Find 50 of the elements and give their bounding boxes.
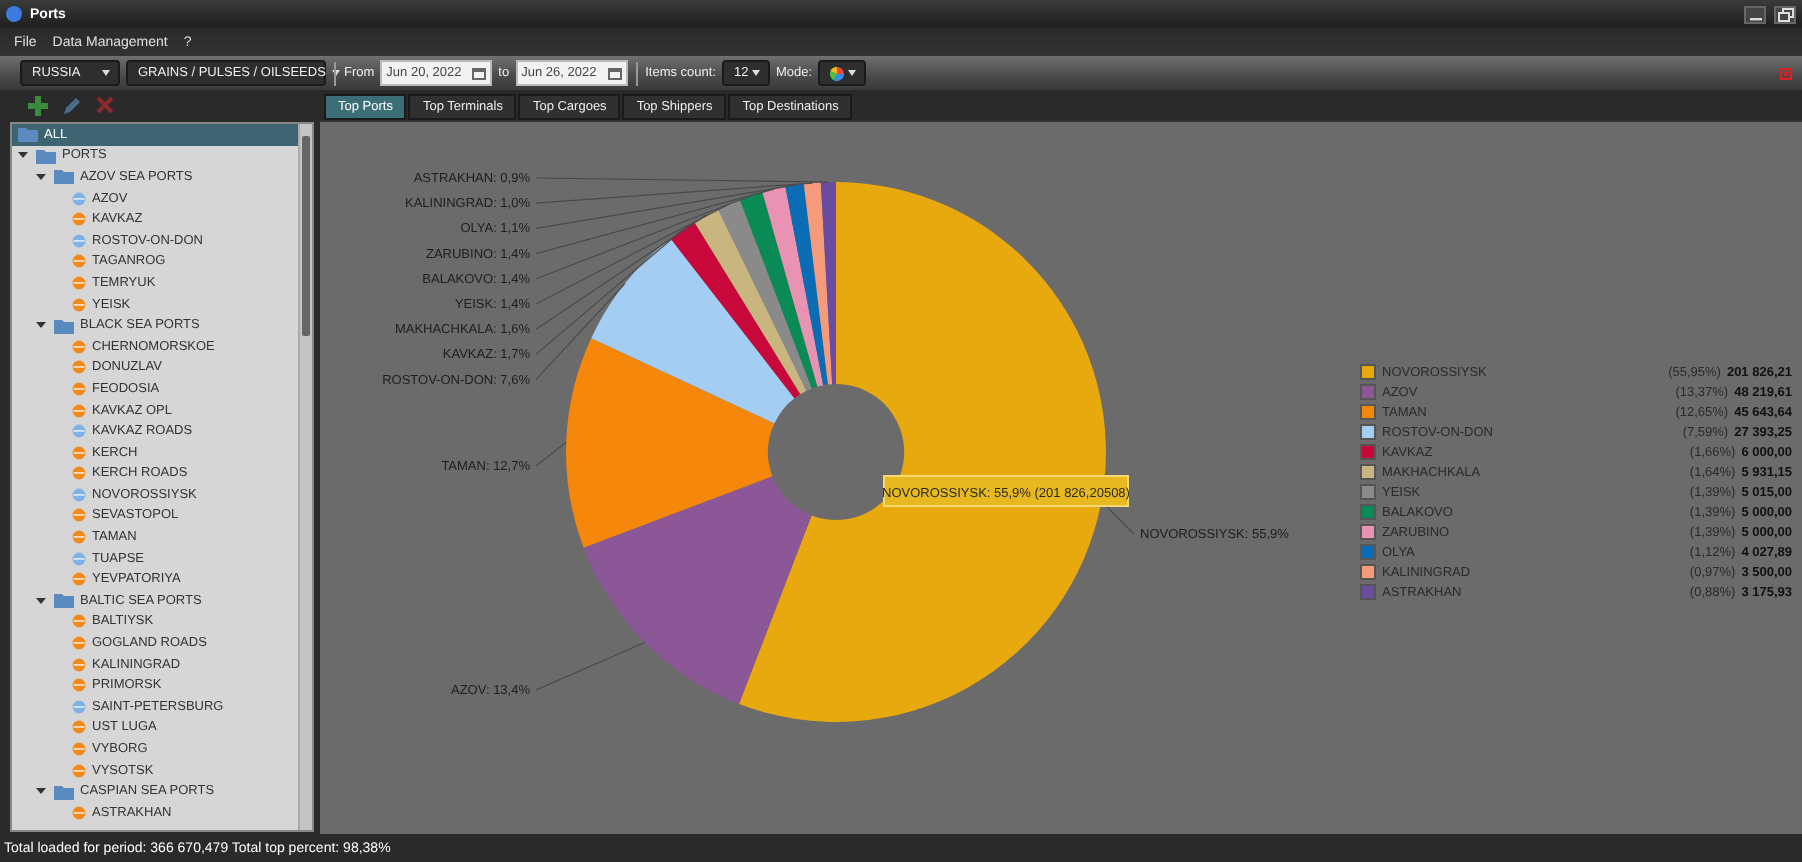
calendar-icon[interactable]: [472, 67, 487, 79]
expand-arrow-icon[interactable]: [36, 595, 46, 606]
status-dot-icon: [72, 805, 86, 820]
caret-icon: [848, 70, 857, 76]
status-dot-icon: [72, 424, 86, 439]
status-dot-icon: [72, 254, 86, 269]
status-dot-icon: [72, 445, 86, 460]
status-dot-icon: [72, 508, 86, 523]
calendar-icon[interactable]: [607, 67, 622, 79]
status-dot-icon: [72, 297, 86, 312]
status-dot-icon: [72, 466, 86, 481]
expand-arrow-icon[interactable]: [36, 320, 46, 331]
pencil-icon[interactable]: [62, 95, 82, 115]
folder-icon: [54, 317, 74, 334]
status-dot-icon: [72, 763, 86, 778]
status-dot-icon: [72, 381, 86, 396]
status-dot-icon: [72, 720, 86, 735]
status-dot-icon: [72, 530, 86, 545]
status-dot-icon: [72, 614, 86, 629]
scroll-thumb[interactable]: [302, 136, 310, 336]
status-dot-icon: [72, 275, 86, 290]
status-dot-icon: [72, 742, 86, 757]
folder-icon: [54, 783, 74, 800]
add-icon[interactable]: [28, 95, 48, 115]
status-dot-icon: [72, 657, 86, 672]
status-dot-icon: [72, 572, 86, 587]
app-icon: [6, 6, 22, 22]
restore-button[interactable]: [1774, 5, 1796, 23]
mode-dropdown[interactable]: [818, 60, 867, 86]
status-dot-icon: [72, 212, 86, 227]
caret-icon: [752, 70, 760, 76]
status-dot-icon: [72, 699, 86, 714]
expand-arrow-icon[interactable]: [36, 786, 46, 797]
status-dot-icon: [72, 191, 86, 206]
status-dot-icon: [72, 403, 86, 418]
status-dot-icon: [72, 233, 86, 248]
status-dot-icon: [72, 678, 86, 693]
leader-line: [535, 441, 567, 467]
status-dot-icon: [72, 487, 86, 502]
folder-icon: [54, 592, 74, 609]
leader-line: [535, 641, 646, 691]
status-dot-icon: [72, 360, 86, 375]
minimize-button[interactable]: [1744, 5, 1766, 23]
status-dot-icon: [72, 636, 86, 651]
caret-icon: [102, 70, 110, 76]
restore-icon: [1777, 7, 1793, 21]
status-dot-icon: [72, 551, 86, 566]
status-dot-icon: [72, 339, 86, 354]
pie-chart-icon: [830, 63, 845, 83]
scrollbar[interactable]: [298, 124, 312, 830]
